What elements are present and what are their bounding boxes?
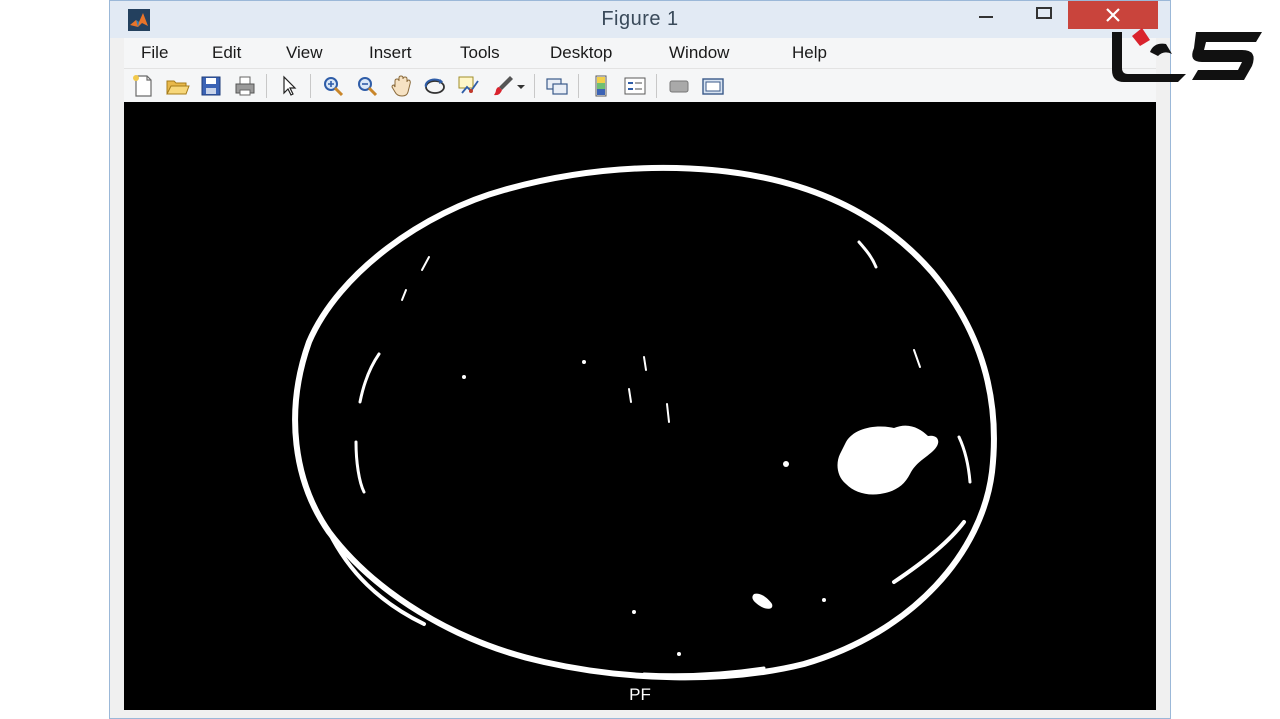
outer-contour — [292, 164, 997, 681]
hide-plot-tools-icon[interactable] — [666, 73, 692, 99]
contour-segment-upper-left — [358, 352, 381, 404]
speck — [783, 461, 789, 467]
speck — [822, 598, 826, 602]
menu-window[interactable]: Window — [669, 43, 729, 63]
edit-plot-arrow-icon[interactable] — [276, 73, 302, 99]
contour-segment-upper-right — [857, 240, 878, 269]
minimize-icon — [979, 16, 993, 18]
speck — [582, 360, 586, 364]
bright-blob — [837, 425, 939, 495]
toolbar-separator — [266, 74, 267, 98]
toolbar-separator — [578, 74, 579, 98]
small-fragment — [666, 403, 670, 423]
contour-segment-left — [354, 440, 366, 494]
legend-icon[interactable] — [622, 73, 648, 99]
contour-segment-right — [957, 435, 972, 484]
print-icon[interactable] — [232, 73, 258, 99]
toolbar-separator — [656, 74, 657, 98]
small-fragment — [401, 289, 407, 301]
title-bar[interactable]: Figure 1 — [110, 1, 1170, 38]
small-fragment — [421, 256, 430, 271]
site-logo — [1112, 28, 1262, 82]
small-fragment — [913, 349, 921, 368]
pan-hand-icon[interactable] — [388, 73, 414, 99]
menu-bar: File Edit View Insert Tools Desktop Wind… — [124, 38, 1156, 68]
small-fragment — [628, 388, 632, 403]
show-plot-tools-icon[interactable] — [700, 73, 726, 99]
menu-file[interactable]: File — [141, 43, 168, 63]
brush-dropdown-icon[interactable] — [514, 73, 528, 99]
minimize-button[interactable] — [964, 1, 1008, 29]
link-plot-icon[interactable] — [544, 73, 570, 99]
window-title: Figure 1 — [601, 8, 679, 30]
lower-blob — [752, 593, 773, 609]
open-file-icon[interactable] — [164, 73, 190, 99]
data-cursor-icon[interactable] — [456, 73, 482, 99]
maximize-icon — [1036, 7, 1052, 19]
figure-canvas[interactable]: PF — [124, 102, 1156, 710]
menu-tools[interactable]: Tools — [460, 43, 500, 63]
colorbar-icon[interactable] — [588, 73, 614, 99]
rotate-3d-icon[interactable] — [422, 73, 448, 99]
menu-edit[interactable]: Edit — [212, 43, 241, 63]
menu-help[interactable]: Help — [792, 43, 827, 63]
new-figure-icon[interactable] — [130, 73, 156, 99]
menu-insert[interactable]: Insert — [369, 43, 412, 63]
axes-xlabel: PF — [629, 685, 651, 704]
figure-toolbar — [124, 68, 1156, 103]
speck — [677, 652, 681, 656]
maximize-button[interactable] — [1022, 1, 1066, 29]
speck — [632, 610, 636, 614]
save-icon[interactable] — [198, 73, 224, 99]
speck — [462, 375, 466, 379]
figure-window: Figure 1 File Edit View Insert Tools Des… — [109, 0, 1171, 719]
zoom-out-icon[interactable] — [354, 73, 380, 99]
zoom-in-icon[interactable] — [320, 73, 346, 99]
toolbar-separator — [310, 74, 311, 98]
small-fragment — [643, 356, 647, 371]
menu-view[interactable]: View — [286, 43, 323, 63]
contour-segment-lower-right — [892, 520, 966, 584]
segmented-image-plot — [292, 164, 997, 681]
toolbar-separator — [534, 74, 535, 98]
brush-icon[interactable] — [490, 73, 516, 99]
menu-desktop[interactable]: Desktop — [550, 43, 612, 63]
